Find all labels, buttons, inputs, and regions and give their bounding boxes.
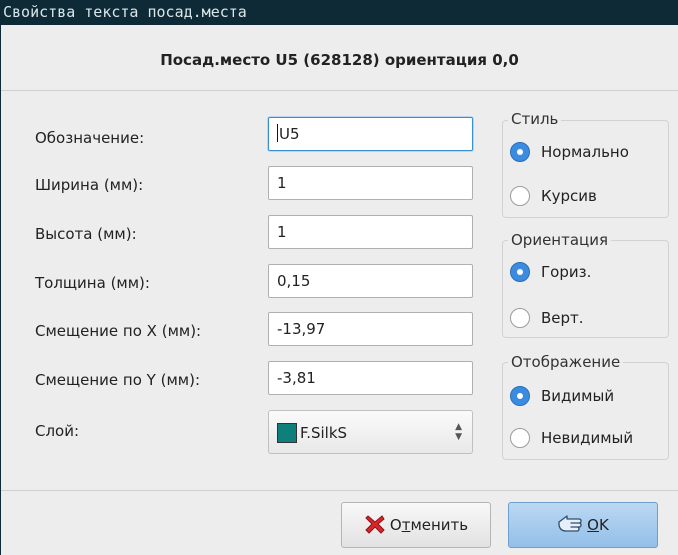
width-value: 1 xyxy=(277,174,287,192)
display-group-title: Отображение xyxy=(508,353,624,371)
height-label: Высота (мм): xyxy=(35,225,137,243)
window-title: Свойства текста посад.места xyxy=(0,0,678,25)
radio-visible-label: Видимый xyxy=(541,387,615,405)
ok-button[interactable]: OK xyxy=(508,502,658,548)
text-caret xyxy=(277,124,278,142)
layer-select[interactable]: F.SilkS ▲ ▼ xyxy=(268,410,473,454)
footer-divider xyxy=(1,490,678,491)
radio-normal-label: Нормально xyxy=(541,143,629,161)
layer-select-value: F.SilkS xyxy=(300,424,348,442)
radio-checked-icon xyxy=(510,386,530,406)
radio-horizontal[interactable]: Гориз. xyxy=(510,260,591,284)
radio-vertical[interactable]: Верт. xyxy=(510,306,584,330)
cancel-label-prefix: О xyxy=(389,516,402,534)
height-value: 1 xyxy=(277,223,287,241)
orientation-group-title: Ориентация xyxy=(508,231,612,249)
ok-hand-icon xyxy=(557,508,583,552)
radio-unchecked-icon xyxy=(510,186,530,206)
radio-unchecked-icon xyxy=(510,428,530,448)
height-input[interactable]: 1 xyxy=(268,215,473,249)
dialog-header: Посад.место U5 (628128) ориентация 0,0 xyxy=(1,25,678,90)
radio-italic-label: Курсив xyxy=(541,187,597,205)
layer-color-swatch xyxy=(277,423,297,443)
radio-italic[interactable]: Курсив xyxy=(510,184,597,208)
radio-vertical-label: Верт. xyxy=(541,309,584,327)
reference-label: Обозначение: xyxy=(35,129,145,147)
layer-label: Слой: xyxy=(35,422,80,440)
radio-normal[interactable]: Нормально xyxy=(510,140,629,164)
offset-x-label: Смещение по X (мм): xyxy=(35,322,202,340)
cancel-button[interactable]: Отменить xyxy=(341,502,491,548)
ok-label-rest: K xyxy=(598,516,609,534)
radio-unchecked-icon xyxy=(510,308,530,328)
offset-x-input[interactable]: -13,97 xyxy=(268,312,473,346)
offset-y-label: Смещение по Y (мм): xyxy=(35,371,200,389)
offset-x-value: -13,97 xyxy=(277,320,326,338)
window-frame xyxy=(0,25,1,555)
radio-invisible[interactable]: Невидимый xyxy=(510,426,633,450)
ok-label-mnemonic: O xyxy=(587,516,599,534)
radio-visible[interactable]: Видимый xyxy=(510,384,614,408)
cancel-x-icon xyxy=(364,508,386,552)
width-input[interactable]: 1 xyxy=(268,166,473,200)
offset-y-input[interactable]: -3,81 xyxy=(268,361,473,395)
reference-value: U5 xyxy=(279,125,300,143)
style-group-title: Стиль xyxy=(508,110,562,128)
width-label: Ширина (мм): xyxy=(35,176,144,194)
radio-checked-icon xyxy=(510,142,530,162)
thickness-input[interactable]: 0,15 xyxy=(268,264,473,298)
header-divider xyxy=(1,90,678,91)
thickness-value: 0,15 xyxy=(277,272,311,290)
radio-invisible-label: Невидимый xyxy=(541,429,634,447)
offset-y-value: -3,81 xyxy=(277,369,316,387)
cancel-label-rest: менить xyxy=(410,516,469,534)
thickness-label: Толщина (мм): xyxy=(35,274,150,292)
spinner-arrows-icon: ▲ ▼ xyxy=(455,422,462,442)
reference-input[interactable]: U5 xyxy=(268,117,473,151)
radio-horizontal-label: Гориз. xyxy=(541,263,592,281)
radio-checked-icon xyxy=(510,262,530,282)
